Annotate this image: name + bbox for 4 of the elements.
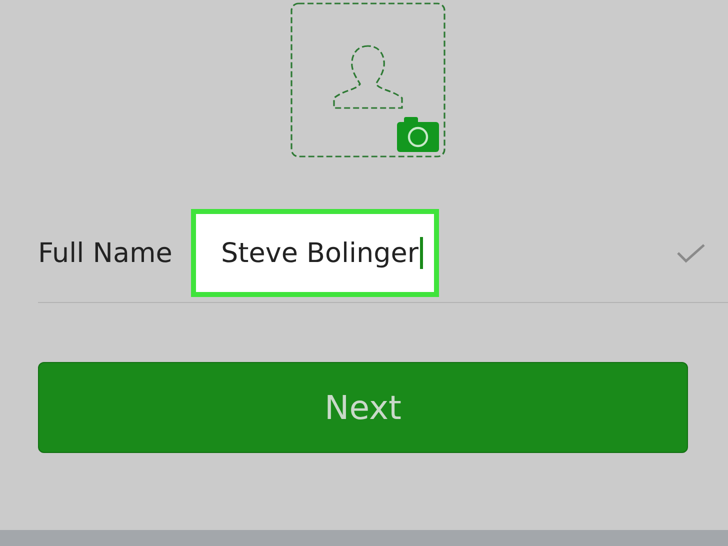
checkmark-icon — [676, 243, 706, 263]
field-label: Full Name — [38, 238, 174, 268]
photo-placeholder-drawing[interactable] — [290, 2, 446, 158]
name-input-field[interactable]: Steve Bolinger — [191, 209, 439, 297]
